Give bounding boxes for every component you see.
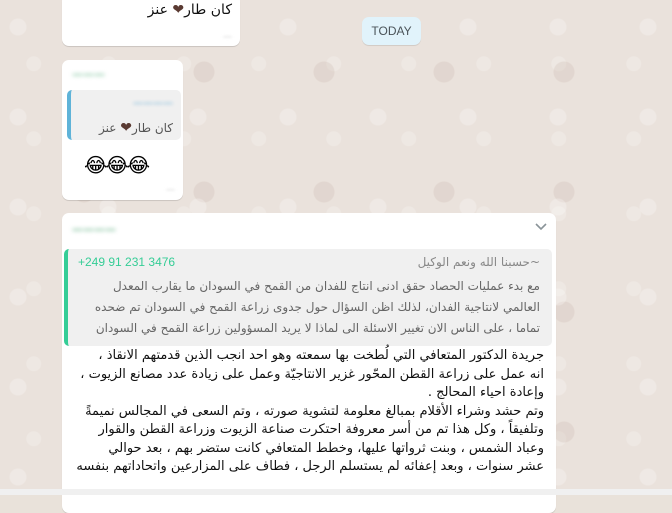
quoted-message[interactable]: +249 91 231 3476 ~حسبنا الله ونعم الوكيل… xyxy=(64,249,552,346)
chevron-down-icon[interactable] xyxy=(534,219,548,233)
message-bubble[interactable]: ———— +249 91 231 3476 ~حسبنا الله ونعم ا… xyxy=(62,213,556,513)
message-text-main: كان طار xyxy=(184,2,232,18)
message-bubble[interactable]: كان طار❤ عنز — xyxy=(62,0,240,46)
quoted-line: العالمي لانتاجية الفدان، لذلك اظن السؤال… xyxy=(94,300,540,314)
composer-strip xyxy=(0,489,672,495)
message-line: انه عمل على زراعة القطن المحّور غزير الا… xyxy=(80,366,544,382)
quoted-line: مع بدء عمليات الحصاد حقق ادنى انتاج للفد… xyxy=(112,279,540,293)
quoted-text-suffix: عنز xyxy=(99,121,121,135)
message-line: وإعادة احياء المحالج . xyxy=(427,385,544,400)
sender-name[interactable]: ———— xyxy=(72,223,167,237)
quoted-phone: +249 91 231 3476 xyxy=(78,255,176,269)
quoted-sender: ———— xyxy=(133,98,173,109)
message-line: عشر سنوات ، وبعد إعفائه لم يستسلم الرجل … xyxy=(76,459,544,474)
quoted-text: كان طار❤ عنز xyxy=(99,120,173,136)
date-chip: TODAY xyxy=(362,17,421,45)
heart-icon: ❤ xyxy=(172,2,185,18)
quoted-message[interactable]: ———— كان طار❤ عنز xyxy=(67,90,181,140)
message-time: — xyxy=(166,185,175,195)
message-line: وتم حشد وشراء الأقلام بمبالغ معلومة لتشو… xyxy=(85,403,544,419)
heart-icon: ❤ xyxy=(120,120,132,136)
message-bubble[interactable]: ——— ———— كان طار❤ عنز 😂😂😂 — xyxy=(62,60,183,200)
emoji-text: 😂😂😂 xyxy=(84,153,150,177)
quoted-text: مع بدء عمليات الحصاد حقق ادنى انتاج للفد… xyxy=(80,276,540,339)
quoted-line: تماما ، على الناس الان تغيير الاسئلة الى… xyxy=(95,321,540,335)
message-line: جريدة الدكتور المتعافي التي لُطخت بها سم… xyxy=(98,348,544,363)
message-line: وعباد الشمس ، وبنت ثرواتها عليها، وخطط ا… xyxy=(108,440,544,456)
message-text: جريدة الدكتور المتعافي التي لُطخت بها سم… xyxy=(66,347,544,477)
message-line: وتلفيقاً ، وكل هذا تم من أسر معروفة احتك… xyxy=(98,422,544,437)
quoted-pushname: ~حسبنا الله ونعم الوكيل xyxy=(417,255,540,269)
message-text-suffix: عنز xyxy=(147,2,173,18)
sender-name[interactable]: ——— xyxy=(72,68,152,82)
message-time: — xyxy=(223,32,232,42)
message-text: كان طار❤ عنز xyxy=(148,2,232,18)
quoted-text-main: كان طار xyxy=(132,121,173,135)
